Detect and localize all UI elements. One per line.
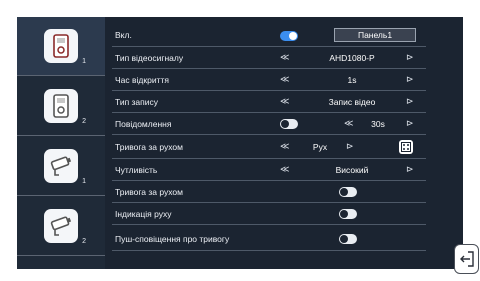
setting-row-open-time: Час відкриття ≪ 1s ⊳ <box>112 69 426 91</box>
setting-row-record-type: Тип запису ≪ Запис відео ⊳ <box>112 91 426 113</box>
setting-value: AHD1080-P <box>329 53 375 63</box>
next-arrow-icon[interactable]: ⊳ <box>406 118 414 129</box>
sidebar-item-camera-2[interactable]: 2 <box>17 197 105 256</box>
exit-button[interactable] <box>454 244 479 274</box>
sidebar-item-doorbell-2[interactable]: 2 <box>17 77 105 136</box>
setting-label: Чутливість <box>115 165 158 175</box>
setting-row-push-alarm: Пуш-сповіщення про тривогу <box>112 225 426 251</box>
next-arrow-icon[interactable]: ⊳ <box>406 74 414 85</box>
next-arrow-icon[interactable]: ⊳ <box>346 141 354 152</box>
sidebar-item-number: 2 <box>82 118 86 125</box>
settings-list: Вкл. Панель1 Тип відеосигналу ≪ AHD1080-… <box>112 17 426 269</box>
prev-arrow-icon[interactable]: ≪ <box>280 74 289 85</box>
sidebar-item-doorbell-1[interactable]: 1 <box>17 17 105 76</box>
prev-arrow-icon[interactable]: ≪ <box>280 96 289 107</box>
exit-icon <box>459 251 474 267</box>
setting-label: Тривога за рухом <box>115 187 183 197</box>
setting-label: Тривога за рухом <box>115 142 183 152</box>
cctv-camera-icon: 2 <box>44 209 86 245</box>
setting-label: Індикація руху <box>115 209 172 219</box>
setting-row-sensitivity: Чутливість ≪ Високий ⊳ <box>112 159 426 181</box>
setting-value: Рух <box>312 142 328 152</box>
motion-indication-toggle[interactable] <box>339 209 357 219</box>
next-arrow-icon[interactable]: ⊳ <box>406 52 414 63</box>
doorbell-panel-icon: 2 <box>44 89 86 125</box>
setting-row-motion-alarm-toggle: Тривога за рухом <box>112 181 426 203</box>
device-sidebar: 1 2 1 2 <box>17 17 105 269</box>
grid-icon <box>401 142 411 152</box>
next-arrow-icon[interactable]: ⊳ <box>406 164 414 175</box>
message-toggle[interactable] <box>280 119 298 129</box>
setting-label: Тип відеосигналу <box>115 53 184 63</box>
motion-area-grid-button[interactable] <box>399 140 413 154</box>
setting-label: Час відкриття <box>115 75 169 85</box>
sidebar-item-number: 1 <box>82 58 86 65</box>
setting-label: Повідомлення <box>115 119 172 129</box>
sidebar-item-number: 2 <box>82 238 86 245</box>
sidebar-item-camera-1[interactable]: 1 <box>17 137 105 196</box>
setting-row-enabled: Вкл. Панель1 <box>112 23 426 47</box>
setting-row-video-signal: Тип відеосигналу ≪ AHD1080-P ⊳ <box>112 47 426 69</box>
setting-label: Пуш-сповіщення про тривогу <box>115 234 230 244</box>
doorbell-panel-icon: 1 <box>44 29 86 65</box>
setting-label: Вкл. <box>115 30 132 40</box>
motion-alarm-toggle[interactable] <box>339 187 357 197</box>
setting-value: Високий <box>335 165 369 175</box>
next-arrow-icon[interactable]: ⊳ <box>406 96 414 107</box>
push-alarm-toggle[interactable] <box>339 234 357 244</box>
setting-value: Запис відео <box>328 97 376 107</box>
setting-row-motion-indication: Індикація руху <box>112 203 426 225</box>
prev-arrow-icon[interactable]: ≪ <box>344 118 353 129</box>
setting-row-message: Повідомлення ≪ 30s ⊳ <box>112 113 426 135</box>
panel-select-button[interactable]: Панель1 <box>334 28 416 42</box>
setting-row-motion-alarm: Тривога за рухом ≪ Рух ⊳ <box>112 135 426 159</box>
sidebar-item-number: 1 <box>82 178 86 185</box>
enabled-toggle[interactable] <box>280 31 298 41</box>
prev-arrow-icon[interactable]: ≪ <box>280 52 289 63</box>
prev-arrow-icon[interactable]: ≪ <box>280 141 289 152</box>
setting-label: Тип запису <box>115 97 159 107</box>
setting-value: 30s <box>371 119 385 129</box>
prev-arrow-icon[interactable]: ≪ <box>280 164 289 175</box>
setting-value: 1s <box>347 75 357 85</box>
cctv-camera-icon: 1 <box>44 149 86 185</box>
